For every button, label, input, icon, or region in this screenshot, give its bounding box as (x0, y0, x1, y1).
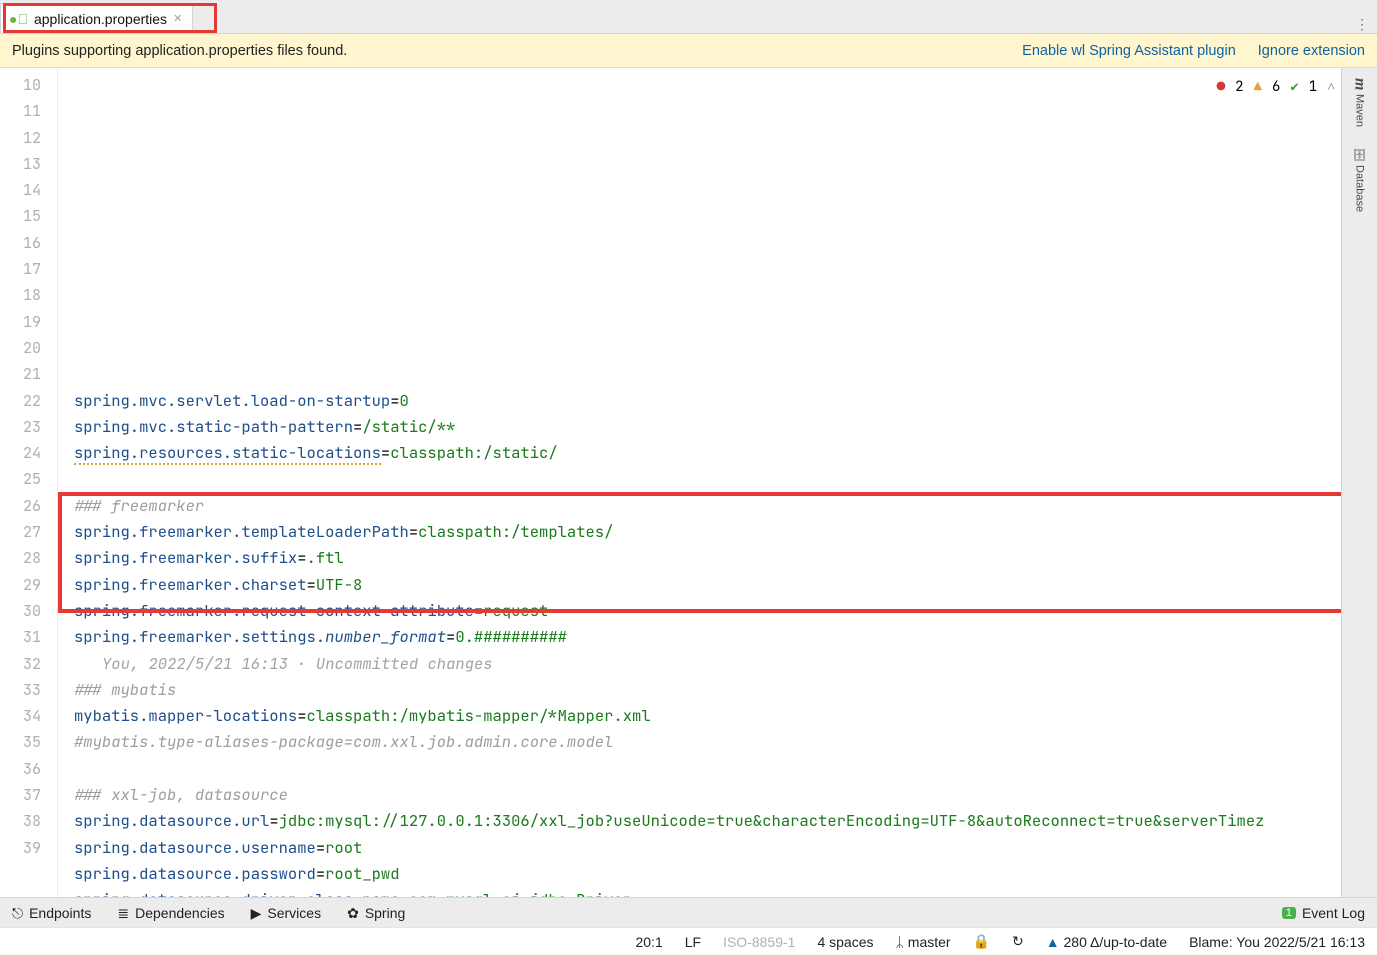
spring-leaf-icon: ●⃝ (9, 12, 28, 26)
code-line[interactable]: spring.freemarker.templateLoaderPath=cla… (74, 519, 1377, 545)
code-line[interactable]: spring.mvc.static-path-pattern=/static/*… (74, 414, 1377, 440)
lock-icon[interactable]: 🔒 (973, 933, 990, 950)
code-line[interactable]: spring.datasource.driver-class-name=com.… (74, 887, 1377, 897)
code-line[interactable]: spring.freemarker.request-context-attrib… (74, 598, 1377, 624)
code-line[interactable]: spring.freemarker.charset=UTF-8 (74, 572, 1377, 598)
banner-enable-link[interactable]: Enable wl Spring Assistant plugin (1022, 43, 1236, 59)
code-line[interactable]: ### mybatis (74, 677, 1377, 703)
status-encoding[interactable]: ISO-8859-1 (723, 934, 795, 950)
right-tool-rail: mMaven 🗄Database (1341, 68, 1377, 897)
code-line[interactable]: spring.mvc.servlet.load-on-startup=0 (74, 388, 1377, 414)
tool-eventlog[interactable]: 1Event Log (1282, 905, 1365, 921)
code-line[interactable]: spring.datasource.password=root_pwd (74, 861, 1377, 887)
code-line[interactable]: spring.resources.static-locations=classp… (74, 440, 1377, 466)
code-line[interactable]: You, 2022/5/21 16:13 · Uncommitted chang… (74, 651, 1377, 677)
sync-icon[interactable]: ↻ (1012, 933, 1024, 950)
line-number-gutter[interactable]: 1011121314151617181920212223242526272829… (0, 68, 58, 897)
editor-tab[interactable]: ●⃝ application.properties ✕ (0, 3, 193, 33)
rail-maven[interactable]: mMaven (1351, 78, 1369, 127)
code-line[interactable] (74, 756, 1377, 782)
status-eol[interactable]: LF (685, 934, 701, 950)
weak-count: 1 (1309, 74, 1317, 100)
maven-icon: m (1351, 78, 1369, 90)
database-icon: 🗄 (1353, 147, 1366, 161)
status-branch[interactable]: ᛦ master (896, 934, 951, 950)
code-line[interactable]: spring.freemarker.suffix=.ftl (74, 545, 1377, 571)
notification-banner: Plugins supporting application.propertie… (0, 34, 1377, 68)
chevron-up-icon[interactable]: ˄ (1327, 74, 1335, 100)
code-editor[interactable]: ●2 ▲6 ✔1 ˄ ˅ spring.mvc.servlet.load-on-… (58, 68, 1377, 897)
status-updates[interactable]: ▲ 280 Δ/up-to-date (1046, 934, 1167, 950)
code-line[interactable]: spring.datasource.url=jdbc:mysql://127.0… (74, 808, 1377, 834)
update-icon: ▲ (1046, 934, 1064, 950)
endpoints-icon: ⎋ (12, 906, 23, 920)
editor-tabs-bar: ●⃝ application.properties ✕ ⋮ (0, 0, 1377, 34)
inspection-widget[interactable]: ●2 ▲6 ✔1 ˄ ˅ (1217, 74, 1353, 100)
play-icon: ▶ (251, 906, 262, 920)
status-bar: 20:1 LF ISO-8859-1 4 spaces ᛦ master 🔒 ↻… (0, 927, 1377, 955)
status-indent[interactable]: 4 spaces (817, 934, 873, 950)
rail-database[interactable]: 🗄Database (1353, 147, 1366, 212)
error-count: 2 (1235, 74, 1243, 100)
banner-ignore-link[interactable]: Ignore extension (1258, 43, 1365, 59)
warning-count: 6 (1272, 74, 1280, 100)
code-line[interactable]: #mybatis.type-aliases-package=com.xxl.jo… (74, 729, 1377, 755)
code-line[interactable]: spring.freemarker.settings.number_format… (74, 624, 1377, 650)
banner-message: Plugins supporting application.propertie… (12, 43, 347, 59)
tool-services[interactable]: ▶Services (251, 905, 321, 921)
code-line[interactable]: mybatis.mapper-locations=classpath:/myba… (74, 703, 1377, 729)
tool-endpoints[interactable]: ⎋Endpoints (12, 905, 91, 921)
spring-icon: ✿ (347, 906, 359, 920)
error-icon: ● (1217, 74, 1225, 100)
branch-icon: ᛦ (896, 934, 908, 950)
status-caret[interactable]: 20:1 (635, 934, 662, 950)
code-line[interactable]: ### freemarker (74, 493, 1377, 519)
close-icon[interactable]: ✕ (173, 12, 182, 25)
eventlog-badge: 1 (1282, 907, 1296, 919)
bottom-toolwindow-bar: ⎋Endpoints ≣Dependencies ▶Services ✿Spri… (0, 897, 1377, 927)
more-icon[interactable]: ⋮ (1355, 16, 1369, 33)
tool-dependencies[interactable]: ≣Dependencies (117, 905, 224, 921)
code-line[interactable] (74, 466, 1377, 492)
weak-warning-icon: ✔ (1290, 74, 1298, 100)
code-line[interactable]: spring.datasource.username=root (74, 835, 1377, 861)
warning-icon: ▲ (1254, 74, 1262, 100)
editor-area: 1011121314151617181920212223242526272829… (0, 68, 1377, 897)
tool-spring[interactable]: ✿Spring (347, 905, 405, 921)
code-line[interactable]: ### xxl-job, datasource (74, 782, 1377, 808)
tab-filename: application.properties (34, 11, 167, 27)
status-blame[interactable]: Blame: You 2022/5/21 16:13 (1189, 934, 1365, 950)
layers-icon: ≣ (117, 906, 129, 920)
